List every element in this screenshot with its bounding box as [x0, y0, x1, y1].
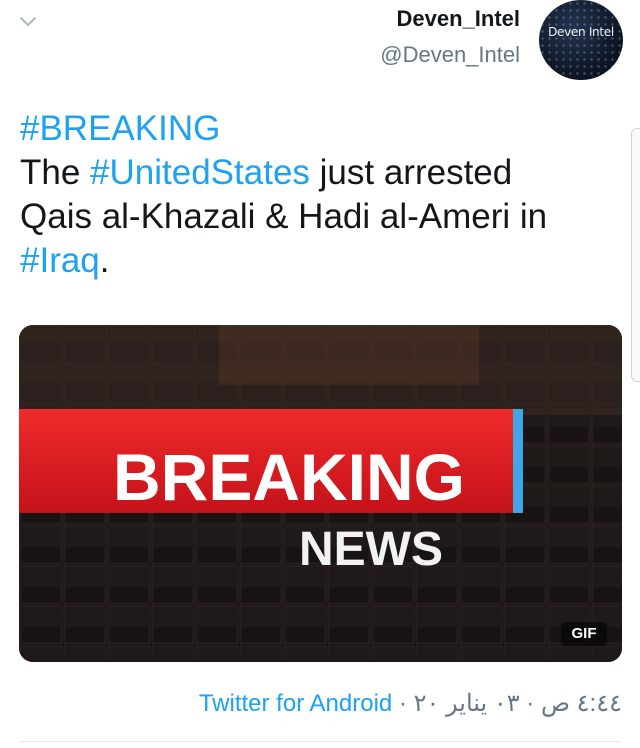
- tweet-source-link[interactable]: Twitter for Android: [199, 690, 392, 717]
- tweet-text-segment: just arrested: [309, 153, 513, 192]
- tweet-text-segment: .: [99, 241, 110, 280]
- scrollbar[interactable]: [631, 128, 640, 382]
- hashtag-unitedstates[interactable]: #UnitedStates: [90, 153, 310, 192]
- author-handle[interactable]: @Deven_Intel: [380, 40, 520, 70]
- avatar-text: Deven Intel: [548, 25, 614, 39]
- tweet-text-segment: The: [20, 153, 91, 192]
- author-display-name[interactable]: Deven_Intel: [380, 4, 521, 34]
- tweet-text: #BREAKING The #UnitedStates just arreste…: [20, 107, 610, 283]
- gif-badge: GIF: [561, 622, 607, 646]
- tweet-media-gif[interactable]: BREAKING NEWS: [19, 325, 622, 662]
- chevron-down-icon[interactable]: [18, 12, 38, 32]
- tweet-meta: Twitter for Android · ٤:٤٤ ص · ٠٣ يناير …: [199, 688, 622, 720]
- tweet-author[interactable]: Deven_Intel @Deven_Intel: [380, 4, 520, 70]
- meta-separator: ·: [392, 690, 414, 717]
- tweet-text-line: Qais al-Khazali & Hadi al-Ameri in: [20, 197, 548, 236]
- avatar[interactable]: Deven Intel: [539, 0, 623, 80]
- hashtag-iraq[interactable]: #Iraq: [20, 241, 100, 280]
- hashtag-breaking[interactable]: #BREAKING: [20, 109, 220, 148]
- tweet-timestamp[interactable]: ٤:٤٤ ص · ٠٣ يناير ٢٠: [414, 690, 622, 717]
- breaking-news-image: BREAKING NEWS: [19, 325, 622, 662]
- avatar-pattern: [539, 0, 623, 80]
- divider: [20, 741, 620, 742]
- banner-word-news: NEWS: [299, 523, 443, 576]
- banner-word-breaking: BREAKING: [113, 440, 465, 514]
